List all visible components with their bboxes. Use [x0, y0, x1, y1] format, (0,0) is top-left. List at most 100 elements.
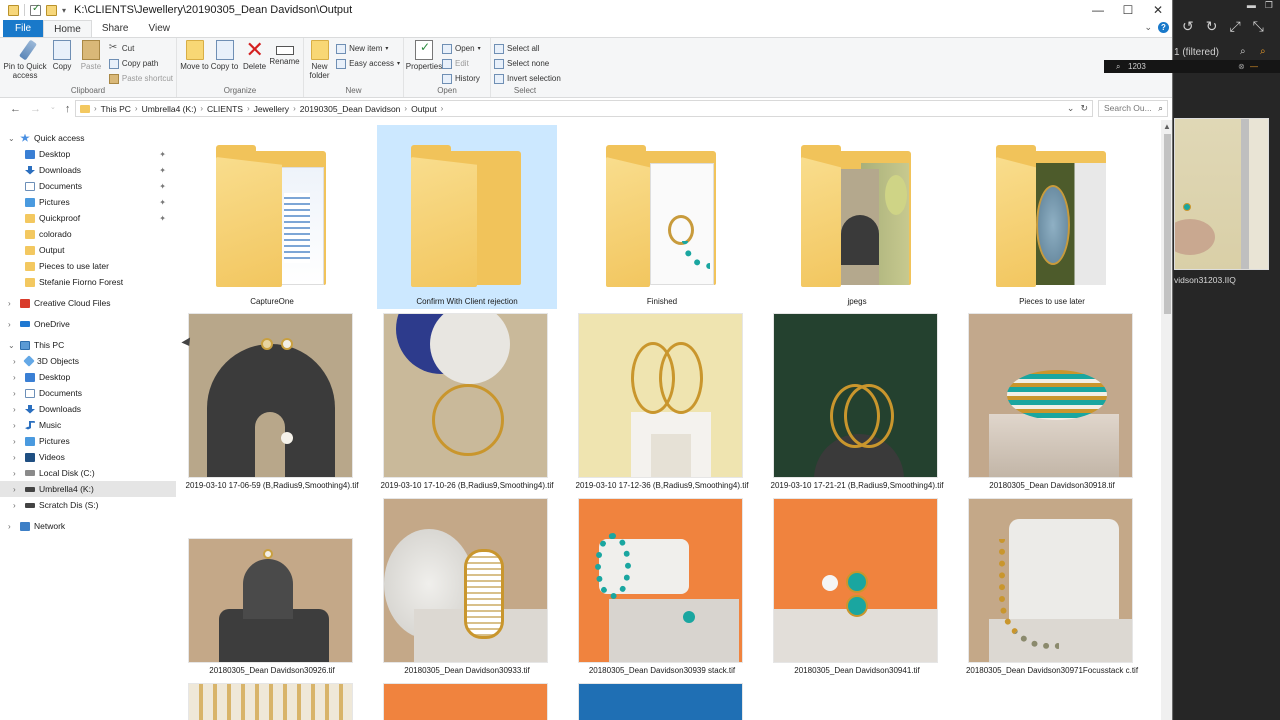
image-file[interactable]: [572, 683, 752, 720]
filter-search-input[interactable]: ⌕ 1203 ⊗ —: [1104, 60, 1280, 73]
help-icon[interactable]: ?: [1158, 22, 1169, 33]
maximize-button[interactable]: ☐: [1113, 0, 1143, 20]
expand-ribbon-icon[interactable]: ⌄: [1144, 22, 1152, 33]
delete-icon: ✕: [245, 37, 264, 62]
image-file[interactable]: 20180305_Dean Davidson30926.tif: [182, 498, 362, 680]
chevron-right-icon: ›: [13, 500, 16, 510]
tab-home[interactable]: Home: [43, 20, 92, 37]
breadcrumb-output[interactable]: Output: [411, 104, 437, 114]
image-file[interactable]: [182, 683, 362, 720]
up-arrow-icon[interactable]: ↑: [65, 103, 71, 115]
copy-path-button[interactable]: Copy path: [108, 57, 173, 70]
edit-button[interactable]: Edit: [442, 57, 481, 70]
nav-pc-music[interactable]: › Music: [0, 417, 176, 433]
properties-icon[interactable]: [30, 3, 41, 16]
image-file[interactable]: 20180305_Dean Davidson30933.tif: [377, 498, 557, 680]
address-dropdown-icon[interactable]: ⌄: [1067, 103, 1075, 114]
tab-file[interactable]: File: [3, 20, 44, 37]
invert-selection-button[interactable]: Invert selection: [494, 72, 561, 85]
customize-dropdown-icon[interactable]: ▾: [62, 6, 66, 15]
nav-item-pictures[interactable]: Pictures ✦: [0, 194, 176, 210]
folder-jpegs[interactable]: jpegs: [767, 125, 947, 309]
expand-icon[interactable]: ⤢: [1229, 18, 1240, 35]
nav-item-output[interactable]: Output: [0, 242, 176, 258]
image-file[interactable]: 20180305_Dean Davidson30918.tif: [962, 313, 1142, 495]
restore-icon[interactable]: ❐: [1265, 0, 1273, 14]
filter-search-icon[interactable]: ⌕: [1260, 46, 1266, 57]
image-file[interactable]: 2019-03-10 17-10-26 (B,Radius9,Smoothing…: [377, 313, 557, 495]
nav-quick-access[interactable]: ⌄ Quick access: [0, 130, 176, 146]
nav-this-pc[interactable]: ⌄ This PC: [0, 337, 176, 353]
tab-view[interactable]: View: [139, 20, 181, 37]
image-thumbnail: [383, 683, 548, 720]
nav-item-documents[interactable]: Documents ✦: [0, 178, 176, 194]
fullscreen-icon[interactable]: ⤡: [1253, 18, 1264, 35]
nav-item-quickproof[interactable]: Quickproof ✦: [0, 210, 176, 226]
folder-finished[interactable]: Finished: [572, 125, 752, 309]
rotate-right-icon[interactable]: ↻: [1206, 18, 1218, 35]
scrollbar-thumb[interactable]: [1164, 134, 1171, 314]
nav-pc-desktop[interactable]: › Desktop: [0, 369, 176, 385]
easy-access-button[interactable]: Easy access ▾: [336, 57, 400, 70]
breadcrumb-clients[interactable]: CLIENTS: [207, 104, 243, 114]
folder-captureone[interactable]: CaptureOne: [182, 125, 362, 309]
scroll-up-icon[interactable]: ▲: [1163, 122, 1171, 131]
image-file[interactable]: 20180305_Dean Davidson30939 stack.tif: [572, 498, 752, 680]
nav-item-stefanie[interactable]: Stefanie Fiorno Forest: [0, 274, 176, 290]
folder-pieces-to-use-later[interactable]: Pieces to use later: [962, 125, 1142, 309]
nav-pc-downloads[interactable]: › Downloads: [0, 401, 176, 417]
rotate-left-icon[interactable]: ↺: [1182, 18, 1194, 35]
collapse-icon[interactable]: —: [1250, 60, 1258, 73]
new-folder-icon[interactable]: [46, 4, 57, 16]
nav-pc-documents[interactable]: › Documents: [0, 385, 176, 401]
refresh-icon[interactable]: ↻: [1080, 103, 1088, 114]
image-file[interactable]: [377, 683, 557, 720]
breadcrumb-this-pc[interactable]: This PC: [101, 104, 131, 114]
nav-pc-scratch[interactable]: › Scratch Dis (S:): [0, 497, 176, 513]
nav-pc-3d-objects[interactable]: › 3D Objects: [0, 353, 176, 369]
nav-creative-cloud[interactable]: › Creative Cloud Files: [0, 295, 176, 311]
forward-arrow-icon[interactable]: →: [30, 103, 41, 115]
recent-dropdown-icon[interactable]: ⌄: [50, 103, 56, 115]
search-input[interactable]: Search Ou... ⌕: [1098, 100, 1168, 117]
image-file[interactable]: 20180305_Dean Davidson30971Focusstack c.…: [962, 498, 1142, 680]
cut-button[interactable]: Cut: [109, 42, 173, 55]
image-file[interactable]: 20180305_Dean Davidson30941.tif: [767, 498, 947, 680]
folder-confirm-with-client[interactable]: Confirm With Client rejection: [377, 125, 557, 309]
breadcrumb-dean-davidson[interactable]: 20190305_Dean Davidson: [300, 104, 401, 114]
folder-icon: [25, 261, 35, 271]
open-button[interactable]: Open ▾: [442, 42, 481, 55]
select-all-button[interactable]: Select all: [494, 42, 561, 55]
image-file[interactable]: 2019-03-10 17-12-36 (B,Radius9,Smoothing…: [572, 313, 752, 495]
nav-pc-umbrella4[interactable]: › Umbrella4 (K:): [0, 481, 176, 497]
minimize-button[interactable]: —: [1083, 0, 1113, 20]
close-button[interactable]: ✕: [1143, 0, 1172, 20]
nav-item-pieces[interactable]: Pieces to use later: [0, 258, 176, 274]
tab-share[interactable]: Share: [92, 20, 139, 37]
address-bar[interactable]: › This PC › Umbrella4 (K:) › CLIENTS › Jewe…: [75, 100, 1093, 117]
computer-icon: [20, 340, 30, 350]
nav-item-colorado[interactable]: colorado: [0, 226, 176, 242]
nav-pc-local-disk[interactable]: › Local Disk (C:): [0, 465, 176, 481]
breadcrumb-jewellery[interactable]: Jewellery: [254, 104, 289, 114]
history-button[interactable]: History: [442, 72, 481, 85]
select-none-button[interactable]: Select none: [494, 57, 561, 70]
nav-pc-videos[interactable]: › Videos: [0, 449, 176, 465]
nav-pc-pictures[interactable]: › Pictures: [0, 433, 176, 449]
new-item-button[interactable]: New item ▾: [336, 42, 400, 55]
nav-item-desktop[interactable]: Desktop ✦: [0, 146, 176, 162]
image-thumbnail[interactable]: [1174, 118, 1269, 270]
search-icon[interactable]: ⌕: [1240, 46, 1246, 57]
image-file[interactable]: 2019-03-10 17-21-21 (B,Radius9,Smoothing…: [767, 313, 947, 495]
image-thumbnail: [383, 313, 548, 478]
paste-shortcut-button[interactable]: Paste shortcut: [108, 72, 173, 85]
nav-network[interactable]: › Network: [0, 518, 176, 534]
nav-item-downloads[interactable]: Downloads ✦: [0, 162, 176, 178]
clear-search-icon[interactable]: ⊗: [1238, 60, 1245, 73]
nav-onedrive[interactable]: › OneDrive: [0, 316, 176, 332]
back-arrow-icon[interactable]: ←: [10, 103, 21, 115]
image-file[interactable]: 2019-03-10 17-06-59 (B,Radius9,Smoothing…: [182, 313, 362, 495]
minimize-icon[interactable]: ▬: [1247, 0, 1256, 14]
vertical-scrollbar[interactable]: ▲: [1161, 120, 1172, 720]
breadcrumb-umbrella[interactable]: Umbrella4 (K:): [142, 104, 197, 114]
